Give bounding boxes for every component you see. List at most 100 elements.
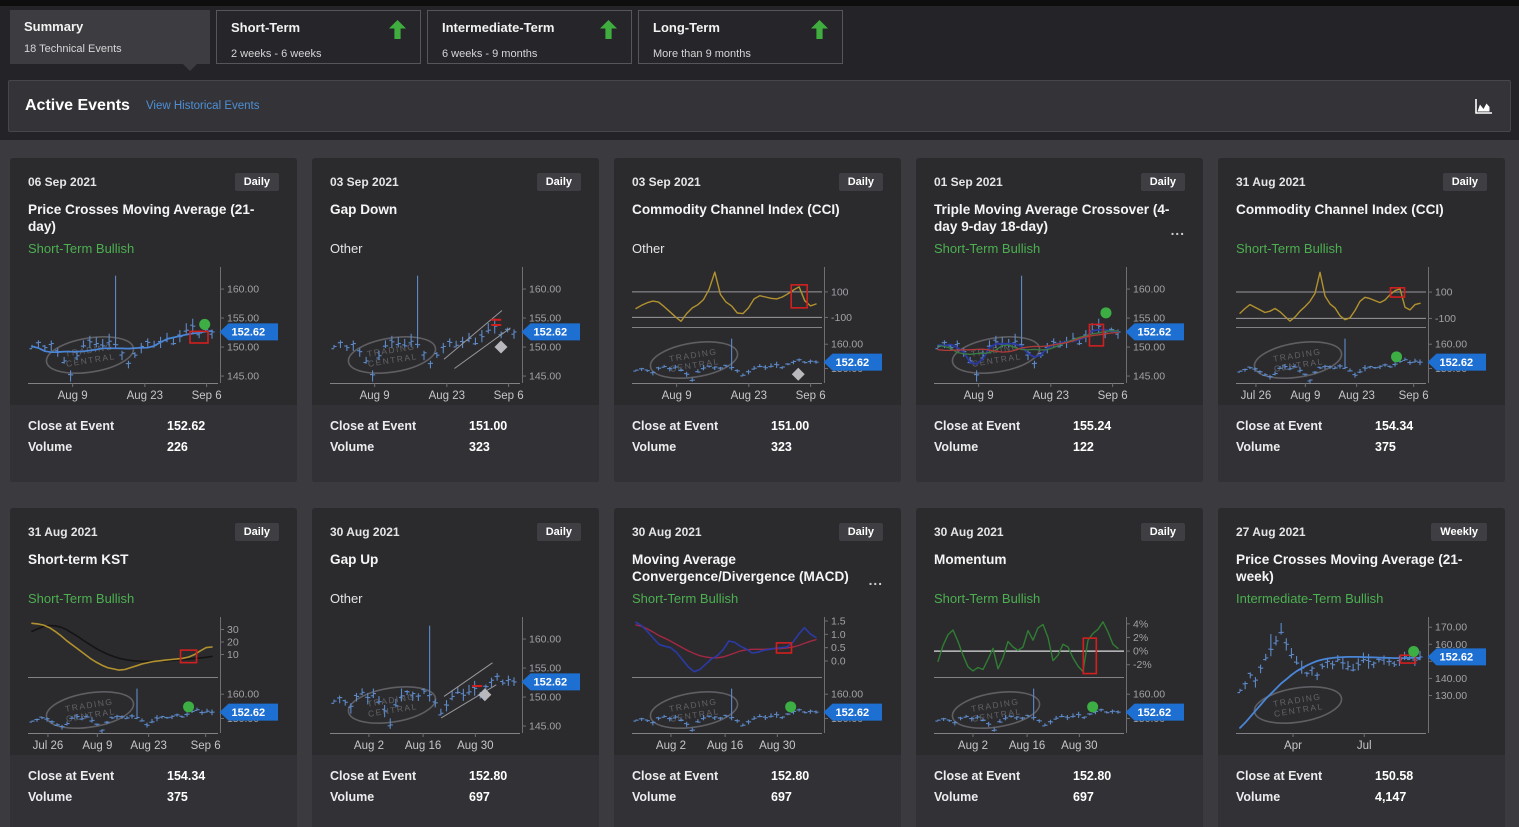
svg-text:Aug 9: Aug 9 [662,390,692,402]
svg-text:160.00: 160.00 [227,689,259,701]
svg-text:1.5: 1.5 [831,616,846,628]
event-date: 03 Sep 2021 [632,175,701,189]
event-sentiment: Short-Term Bullish [28,591,279,613]
svg-text:Aug 9: Aug 9 [964,390,994,402]
svg-text:0.0: 0.0 [831,656,846,668]
event-card[interactable]: 03 Sep 2021 Daily Gap Down Other TRADING… [312,158,599,482]
event-card[interactable]: 30 Aug 2021 Daily Moving Average Converg… [614,508,901,827]
event-title: Price Crosses Moving Average (21-week) [1236,551,1487,591]
tab-subtitle: 2 weeks - 6 weeks [231,48,406,60]
close-at-event-value: 155.24 [1073,419,1185,433]
tab-summary[interactable]: Summary 18 Technical Events [10,10,210,64]
volume-value: 375 [1375,440,1487,454]
event-date: 30 Aug 2021 [632,525,702,539]
svg-text:Aug 2: Aug 2 [656,740,686,752]
svg-text:150.00: 150.00 [529,692,561,704]
period-badge: Daily [1141,173,1185,191]
event-chart: TRADINGCENTRAL160.00155.00150.00145.0015… [330,265,581,410]
tab-subtitle: More than 9 months [653,48,828,60]
area-chart-icon[interactable] [1474,98,1494,115]
volume-label: Volume [632,440,771,454]
event-card-footer: Close at Event 151.00 Volume 323 [312,405,599,482]
svg-text:160.00: 160.00 [1435,339,1467,351]
svg-text:160.00: 160.00 [529,284,561,296]
close-at-event-label: Close at Event [330,769,469,783]
close-at-event-label: Close at Event [330,419,469,433]
svg-text:Aug 2: Aug 2 [354,740,384,752]
close-at-event-value: 151.00 [771,419,883,433]
svg-text:145.00: 145.00 [529,721,561,733]
tab-long-term[interactable]: Long-Term More than 9 months [638,10,843,64]
svg-text:150.00: 150.00 [227,342,259,354]
event-card[interactable]: 31 Aug 2021 Daily Short-term KST Short-T… [10,508,297,827]
tab-intermediate-term[interactable]: Intermediate-Term 6 weeks - 9 months [427,10,632,64]
svg-text:1.0: 1.0 [831,629,846,641]
svg-text:152.62: 152.62 [836,707,870,719]
period-badge: Daily [1443,173,1487,191]
event-card[interactable]: 03 Sep 2021 Daily Commodity Channel Inde… [614,158,901,482]
svg-text:Aug 9: Aug 9 [360,390,390,402]
svg-text:152.62: 152.62 [1138,327,1172,339]
event-title: Price Crosses Moving Average (21-day) [28,201,279,241]
close-at-event-label: Close at Event [1236,769,1375,783]
svg-text:Aug 23: Aug 23 [429,390,465,402]
view-historical-events-link[interactable]: View Historical Events [146,100,260,112]
volume-label: Volume [330,440,469,454]
svg-text:152.62: 152.62 [534,327,568,339]
event-card[interactable]: 06 Sep 2021 Daily Price Crosses Moving A… [10,158,297,482]
event-sentiment: Other [632,241,883,263]
event-title: Momentum [934,551,1185,591]
event-card-footer: Close at Event 151.00 Volume 323 [614,405,901,482]
svg-text:Aug 16: Aug 16 [707,740,743,752]
volume-label: Volume [934,440,1073,454]
close-at-event-label: Close at Event [1236,419,1375,433]
svg-text:160.00: 160.00 [831,339,863,351]
volume-value: 375 [167,790,279,804]
close-at-event-label: Close at Event [934,419,1073,433]
svg-text:Aug 9: Aug 9 [1290,390,1320,402]
svg-text:Aug 23: Aug 23 [1338,390,1374,402]
event-card[interactable]: 30 Aug 2021 Daily Momentum Short-Term Bu… [916,508,1203,827]
svg-text:-100: -100 [831,312,852,324]
active-tab-pointer [182,63,198,71]
active-events-bar: Active Events View Historical Events [8,80,1511,132]
event-card-footer: Close at Event 155.24 Volume 122 [916,405,1203,482]
svg-text:160.00: 160.00 [831,689,863,701]
svg-text:Apr: Apr [1284,740,1302,752]
event-chart: TRADINGCENTRAL1.51.00.50.0160.00150.0015… [632,615,883,760]
svg-text:Aug 23: Aug 23 [1033,390,1069,402]
svg-text:130.00: 130.00 [1435,690,1467,702]
event-sentiment: Short-Term Bullish [632,591,883,613]
svg-text:145.00: 145.00 [1133,371,1165,383]
event-title: Gap Up [330,551,581,591]
volume-label: Volume [934,790,1073,804]
event-chart: TRADINGCENTRAL4%2%0%-2%160.00150.00152.6… [934,615,1185,760]
tab-short-term[interactable]: Short-Term 2 weeks - 6 weeks [216,10,421,64]
event-chart: TRADINGCENTRAL302010160.00150.00152.62Ju… [28,615,279,760]
event-cards-grid: 06 Sep 2021 Daily Price Crosses Moving A… [0,140,1519,827]
event-date: 30 Aug 2021 [330,525,400,539]
svg-text:Aug 16: Aug 16 [1009,740,1045,752]
event-card[interactable]: 30 Aug 2021 Daily Gap Up Other TRADINGCE… [312,508,599,827]
volume-value: 323 [469,440,581,454]
svg-text:145.00: 145.00 [529,371,561,383]
event-chart: TRADINGCENTRAL170.00160.00150.00140.0013… [1236,615,1487,760]
event-card-footer: Close at Event 154.34 Volume 375 [1218,405,1505,482]
event-chart: TRADINGCENTRAL160.00155.00150.00145.0015… [330,615,581,760]
svg-text:150.00: 150.00 [1133,342,1165,354]
close-at-event-label: Close at Event [28,769,167,783]
svg-text:160.00: 160.00 [1133,284,1165,296]
event-card-footer: Close at Event 150.58 Volume 4,147 [1218,755,1505,827]
svg-text:2%: 2% [1133,632,1148,644]
volume-value: 697 [1073,790,1185,804]
event-card[interactable]: 01 Sep 2021 Daily Triple Moving Average … [916,158,1203,482]
period-badge: Daily [1141,523,1185,541]
tab-title: Long-Term [653,20,720,35]
svg-text:Aug 30: Aug 30 [457,740,493,752]
event-card[interactable]: 31 Aug 2021 Daily Commodity Channel Inde… [1218,158,1505,482]
svg-text:145.00: 145.00 [227,371,259,383]
event-card[interactable]: 27 Aug 2021 Weekly Price Crosses Moving … [1218,508,1505,827]
event-sentiment: Short-Term Bullish [28,241,279,263]
svg-text:100: 100 [1435,287,1453,299]
period-badge: Weekly [1431,523,1487,541]
